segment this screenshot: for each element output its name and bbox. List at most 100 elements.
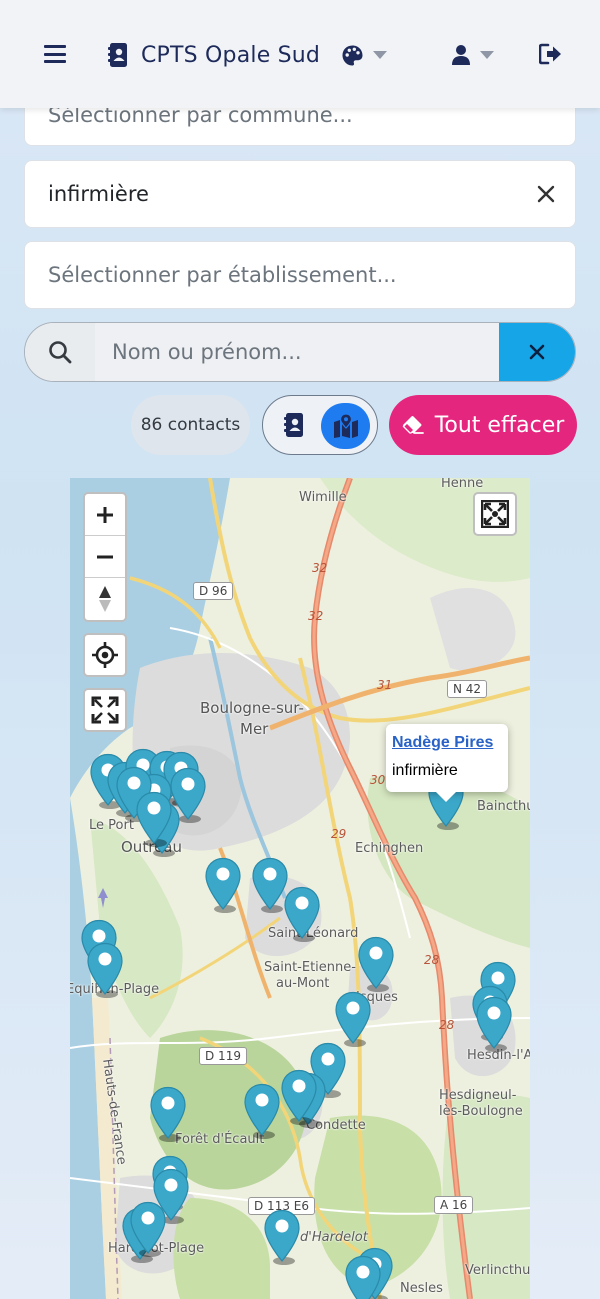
map-marker-icon <box>476 996 512 1052</box>
fit-bounds-icon <box>481 500 509 528</box>
clear-all-button[interactable]: Tout effacer <box>389 395 577 455</box>
road-num-32b: 32 <box>308 609 324 623</box>
marker-popup: Nadège Pires infirmière <box>386 724 508 802</box>
map-marker[interactable] <box>135 791 173 847</box>
expand-icon <box>91 696 119 724</box>
map-label-verlincthun: Verlincthun <box>465 1263 530 1278</box>
contacts-map[interactable]: Henne Wimille Boulogne-sur- Mer Le Port … <box>70 478 530 1299</box>
name-search: Nom ou prénom... <box>24 322 576 382</box>
zoom-out-button[interactable] <box>85 536 125 578</box>
map-label-henne: Henne <box>441 478 484 491</box>
map-label-baincthun: Baincthun <box>477 799 530 814</box>
road-num-30: 30 <box>370 773 386 787</box>
map-marker[interactable] <box>334 991 372 1047</box>
clear-all-label: Tout effacer <box>434 412 565 438</box>
map-label-les-boulogne: lès-Boulogne <box>439 1104 523 1119</box>
zoom-control <box>83 492 127 622</box>
map-marker[interactable] <box>149 1086 187 1142</box>
map-marker-icon <box>150 1086 186 1142</box>
search-clear-button[interactable] <box>499 323 575 381</box>
map-location-icon <box>333 414 358 438</box>
road-n42: N 42 <box>447 680 488 698</box>
map-label-wimille: Wimille <box>299 490 347 505</box>
theme-dropdown[interactable] <box>342 42 387 68</box>
map-marker[interactable] <box>86 942 124 998</box>
map-marker[interactable] <box>129 1201 167 1257</box>
map-marker[interactable] <box>263 1209 301 1265</box>
map-marker-icon <box>244 1083 280 1139</box>
map-label-nesles: Nesles <box>400 1281 443 1296</box>
map-label-au-mont: au-Mont <box>276 976 330 991</box>
eraser-icon <box>402 416 424 434</box>
map-label-hesdigneul: Hesdigneul- <box>439 1088 517 1103</box>
road-num-32a: 32 <box>312 561 328 575</box>
map-marker[interactable] <box>283 886 321 942</box>
road-a16: A 16 <box>434 1196 474 1214</box>
list-view-button[interactable] <box>279 410 309 440</box>
map-marker[interactable] <box>243 1083 281 1139</box>
map-label-saint-etienne: Saint-Etienne- <box>264 960 356 975</box>
map-view-button[interactable] <box>321 403 370 449</box>
popup-contact-name[interactable]: Nadège Pires <box>392 734 502 752</box>
popup-tip <box>436 792 456 802</box>
address-book-icon <box>108 43 127 67</box>
map-marker-icon <box>358 936 394 992</box>
map-marker-icon <box>335 991 371 1047</box>
road-d119: D 119 <box>199 1047 247 1065</box>
user-dropdown[interactable] <box>452 42 494 68</box>
hamburger-icon[interactable] <box>44 45 66 63</box>
top-navbar: CPTS Opale Sud <box>0 0 600 108</box>
map-marker-icon <box>136 791 172 847</box>
chevron-down-icon <box>480 51 494 59</box>
fit-bounds-button[interactable] <box>473 492 517 536</box>
profession-select[interactable]: infirmière <box>24 160 576 228</box>
map-marker-icon <box>205 857 241 913</box>
search-icon-box <box>25 323 95 381</box>
popup-contact-role: infirmière <box>392 762 458 779</box>
sign-out-icon[interactable] <box>539 43 563 65</box>
etablissement-placeholder: Sélectionner par établissement... <box>48 263 397 287</box>
map-label-hardelot-lake: d'Hardelot <box>300 1230 368 1245</box>
map-marker[interactable] <box>204 857 242 913</box>
chevron-down-icon <box>373 51 387 59</box>
road-d96: D 96 <box>193 582 234 600</box>
road-num-31: 31 <box>377 678 393 692</box>
plus-icon <box>97 506 113 523</box>
brand-link[interactable]: CPTS Opale Sud <box>108 40 320 70</box>
map-marker[interactable] <box>280 1069 318 1125</box>
map-marker[interactable] <box>344 1255 382 1299</box>
app-title: CPTS Opale Sud <box>141 42 321 68</box>
map-label-boulogne-mer: Mer <box>240 720 269 738</box>
palette-icon <box>342 45 363 65</box>
address-book-icon <box>283 413 303 437</box>
user-icon <box>452 45 470 65</box>
close-icon <box>529 344 545 360</box>
road-num-28b: 28 <box>439 1018 455 1032</box>
map-marker-icon <box>87 942 123 998</box>
road-num-28a: 28 <box>424 953 440 967</box>
etablissement-select[interactable]: Sélectionner par établissement... <box>24 241 576 309</box>
map-marker-icon <box>345 1255 381 1299</box>
profession-value: infirmière <box>48 182 149 206</box>
search-input[interactable]: Nom ou prénom... <box>95 323 499 381</box>
road-num-29: 29 <box>331 827 347 841</box>
close-icon[interactable] <box>537 185 555 203</box>
map-marker-icon <box>281 1069 317 1125</box>
reset-bearing-button[interactable] <box>85 578 125 620</box>
search-icon <box>49 341 72 364</box>
contact-count-badge: 86 contacts <box>131 395 250 455</box>
map-marker[interactable] <box>357 936 395 992</box>
map-label-boulogne: Boulogne-sur- <box>200 699 304 717</box>
map-marker-icon <box>264 1209 300 1265</box>
map-marker-icon <box>130 1201 166 1257</box>
zoom-in-button[interactable] <box>85 494 125 536</box>
crosshair-icon <box>92 642 118 668</box>
locate-button[interactable] <box>83 633 127 677</box>
view-toggle <box>262 395 378 455</box>
minus-icon <box>97 555 113 558</box>
map-label-echinghen: Echinghen <box>355 841 424 856</box>
fullscreen-button[interactable] <box>83 688 127 732</box>
map-marker-icon <box>284 886 320 942</box>
map-marker[interactable] <box>475 996 513 1052</box>
compass-icon <box>99 586 111 612</box>
